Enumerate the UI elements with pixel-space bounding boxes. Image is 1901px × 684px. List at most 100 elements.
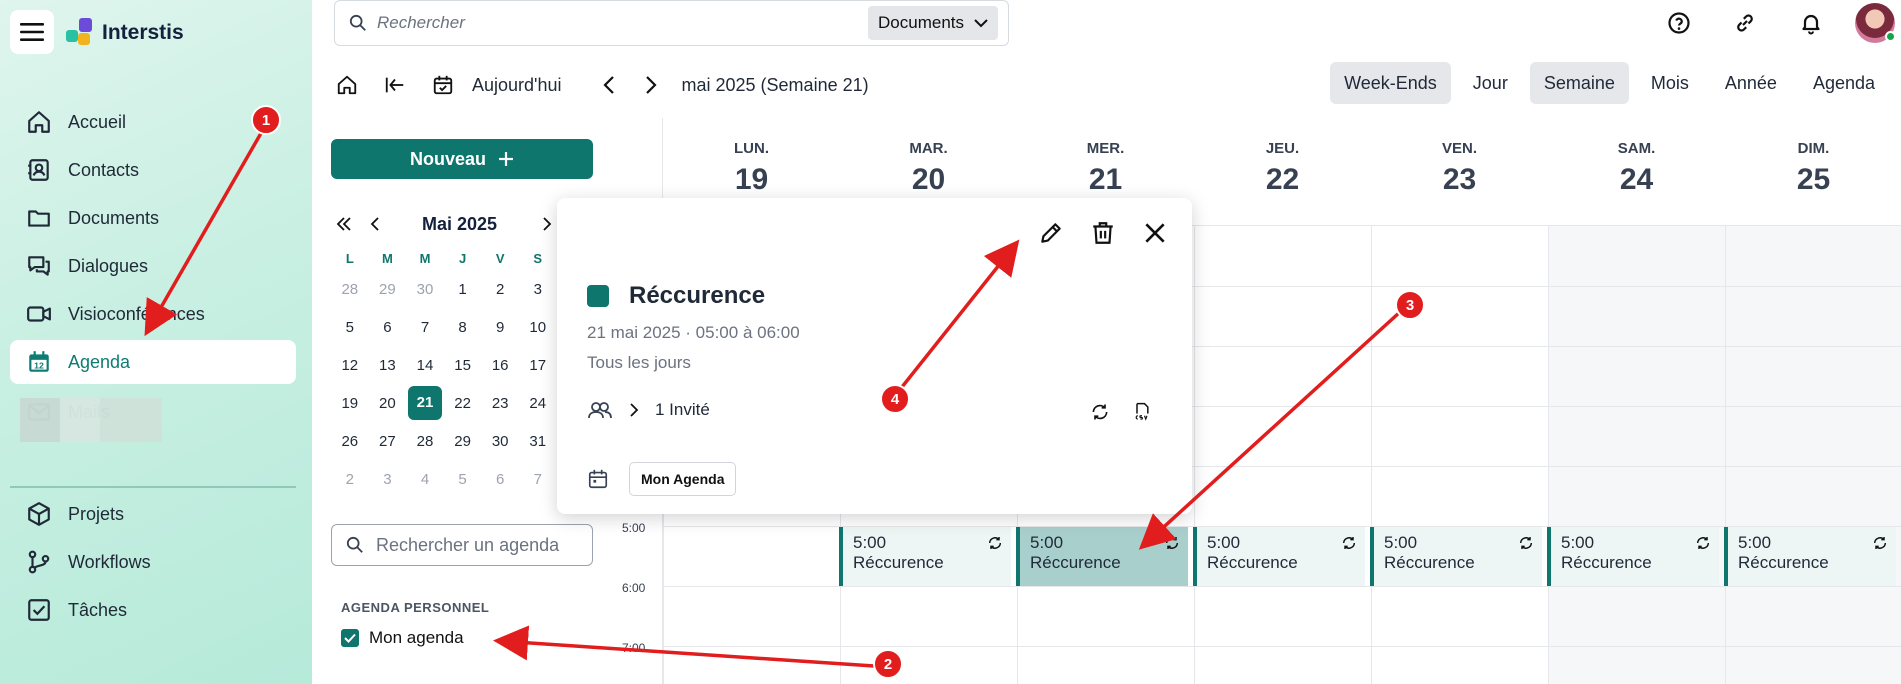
mini-calendar-day[interactable]: 29	[369, 281, 407, 298]
mini-calendar-day[interactable]: 2	[331, 471, 369, 488]
mini-calendar-day[interactable]: 20	[369, 395, 407, 412]
day-header[interactable]: SAM. 24	[1548, 118, 1725, 226]
mini-calendar-day[interactable]: 3	[519, 281, 557, 298]
bell-icon	[1802, 14, 1820, 35]
view-semaine[interactable]: Semaine	[1529, 62, 1629, 104]
menu-button[interactable]	[10, 10, 54, 54]
today-label[interactable]: Aujourd'hui	[472, 75, 562, 96]
home-button[interactable]	[334, 72, 360, 98]
mini-calendar-day[interactable]: 29	[444, 433, 482, 450]
mini-calendar-day-selected[interactable]: 21	[406, 386, 444, 420]
event-block[interactable]: 5:00 Réccurence	[1724, 527, 1896, 586]
prev-month-icon[interactable]	[370, 216, 380, 232]
mini-calendar-day[interactable]: 30	[481, 433, 519, 450]
today-button[interactable]	[430, 72, 456, 98]
view-week-ends[interactable]: Week-Ends	[1330, 62, 1451, 104]
home-icon	[28, 111, 50, 133]
folder-icon	[28, 210, 50, 227]
sync-icon[interactable]	[1090, 402, 1110, 422]
view-annee[interactable]: Année	[1711, 62, 1791, 104]
mini-calendar-day[interactable]: 31	[519, 433, 557, 450]
hour-line	[663, 646, 1901, 647]
sidebar-item-workflows[interactable]: Workflows	[10, 540, 296, 584]
sidebar-item-taches[interactable]: Tâches	[10, 588, 296, 632]
event-block-selected[interactable]: 5:00 Réccurence	[1016, 527, 1188, 586]
view-mois[interactable]: Mois	[1637, 62, 1703, 104]
csv-export-icon[interactable]	[1132, 402, 1152, 422]
my-agenda-toggle[interactable]: Mon agenda	[341, 628, 464, 648]
link-button[interactable]	[1725, 3, 1765, 43]
notifications-button[interactable]	[1791, 3, 1831, 43]
guests-toggle[interactable]: 1 Invité	[587, 400, 710, 420]
user-avatar[interactable]	[1855, 3, 1896, 43]
sidebar-item-contacts[interactable]: Contacts	[10, 148, 296, 192]
mini-calendar-day[interactable]: 7	[406, 319, 444, 336]
view-agenda[interactable]: Agenda	[1799, 62, 1889, 104]
event-title: Réccurence	[1384, 553, 1475, 572]
search-input[interactable]: Rechercher	[377, 13, 868, 33]
popover-actions	[1038, 220, 1168, 246]
app-logo[interactable]: Interstis	[66, 18, 184, 48]
day-column[interactable]	[1194, 226, 1371, 684]
sidebar-item-visioconferences[interactable]: Visioconférences	[10, 292, 296, 336]
mini-calendar-day[interactable]: 19	[331, 395, 369, 412]
chat-icon	[28, 256, 50, 276]
help-button[interactable]	[1659, 3, 1699, 43]
agenda-search[interactable]: Rechercher un agenda	[331, 524, 593, 566]
mini-calendar-day[interactable]: 30	[406, 281, 444, 298]
mini-calendar-day[interactable]: 27	[369, 433, 407, 450]
sidebar-item-documents[interactable]: Documents	[10, 196, 296, 240]
trash-icon[interactable]	[1090, 220, 1116, 246]
day-header[interactable]: JEU. 22	[1194, 118, 1371, 226]
event-block[interactable]: 5:00 Réccurence	[1370, 527, 1542, 586]
collapse-panel-button[interactable]	[382, 72, 408, 98]
mini-calendar-day[interactable]: 16	[481, 357, 519, 374]
mini-calendar-day[interactable]: 9	[481, 319, 519, 336]
mini-calendar-week: 28 29 30 1 2 3	[331, 270, 557, 308]
event-block[interactable]: 5:00 Réccurence	[1193, 527, 1365, 586]
agenda-search-input[interactable]: Rechercher un agenda	[376, 535, 559, 556]
day-column[interactable]	[1725, 226, 1901, 684]
mini-calendar-day[interactable]: 4	[406, 471, 444, 488]
mini-calendar-day[interactable]: 15	[444, 357, 482, 374]
prev-year-icon[interactable]	[336, 216, 352, 232]
sidebar-item-dialogues[interactable]: Dialogues	[10, 244, 296, 288]
mini-calendar-day[interactable]: 26	[331, 433, 369, 450]
global-search[interactable]: Rechercher Documents	[334, 0, 1009, 46]
mini-calendar-day[interactable]: 28	[331, 281, 369, 298]
mini-calendar-day[interactable]: 5	[444, 471, 482, 488]
mini-calendar-day[interactable]: 8	[444, 319, 482, 336]
day-header[interactable]: VEN. 23	[1371, 118, 1548, 226]
edit-pencil-icon[interactable]	[1038, 220, 1064, 246]
mini-calendar-day[interactable]: 10	[519, 319, 557, 336]
mini-calendar-day[interactable]: 28	[406, 433, 444, 450]
mini-calendar-day[interactable]: 24	[519, 395, 557, 412]
search-scope-select[interactable]: Documents	[868, 6, 998, 40]
mini-calendar-day[interactable]: 22	[444, 395, 482, 412]
day-column[interactable]	[1548, 226, 1725, 684]
day-header[interactable]: DIM. 25	[1725, 118, 1901, 226]
mini-calendar-day[interactable]: 12	[331, 357, 369, 374]
mini-calendar-day[interactable]: 13	[369, 357, 407, 374]
prev-period-button[interactable]	[596, 72, 622, 98]
mini-calendar-day[interactable]: 2	[481, 281, 519, 298]
next-period-button[interactable]	[638, 72, 664, 98]
mini-calendar-day[interactable]: 5	[331, 319, 369, 336]
event-block[interactable]: 5:00 Réccurence	[1547, 527, 1719, 586]
mini-calendar-day[interactable]: 17	[519, 357, 557, 374]
close-icon[interactable]	[1142, 220, 1168, 246]
mini-calendar-day[interactable]: 7	[519, 471, 557, 488]
new-event-button[interactable]: Nouveau	[331, 139, 593, 179]
mini-calendar-day[interactable]: 6	[481, 471, 519, 488]
checkbox-checked-icon[interactable]	[341, 629, 359, 647]
sidebar-item-projets[interactable]: Projets	[10, 492, 296, 536]
next-month-icon[interactable]	[542, 216, 552, 232]
mini-calendar-day[interactable]: 14	[406, 357, 444, 374]
mini-calendar-day[interactable]: 3	[369, 471, 407, 488]
mini-calendar-day[interactable]: 1	[444, 281, 482, 298]
event-block[interactable]: 5:00 Réccurence	[839, 527, 1011, 586]
mini-calendar-day[interactable]: 6	[369, 319, 407, 336]
view-jour[interactable]: Jour	[1459, 62, 1522, 104]
mini-calendar-day[interactable]: 23	[481, 395, 519, 412]
sidebar-item-agenda[interactable]: 12 Agenda	[10, 340, 296, 384]
